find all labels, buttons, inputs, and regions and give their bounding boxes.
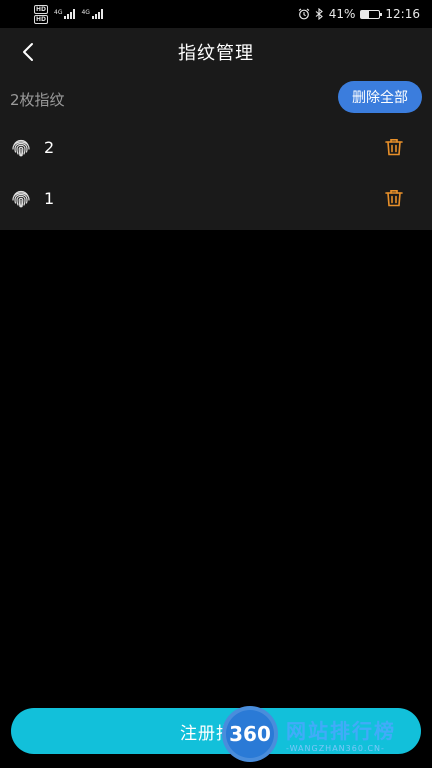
fingerprint-list: 2 1: [0, 122, 432, 224]
clock: 12:16: [385, 7, 420, 21]
signal-icon-1: 4G: [54, 9, 76, 19]
summary-row: 2枚指纹 删除全部: [0, 76, 432, 122]
delete-all-button[interactable]: 删除全部: [338, 81, 422, 113]
hd-badge-1: HD: [34, 4, 49, 14]
network-type-2: 4G: [81, 9, 90, 16]
chevron-left-icon: [23, 43, 33, 61]
back-button[interactable]: [14, 38, 42, 66]
fingerprint-icon: [10, 137, 32, 159]
fingerprint-icon: [10, 188, 32, 210]
bluetooth-icon: [315, 8, 323, 20]
list-item[interactable]: 2: [0, 122, 432, 173]
fingerprint-name: 2: [44, 138, 55, 157]
fingerprint-count: 2枚指纹: [10, 90, 65, 109]
network-type-1: 4G: [54, 9, 63, 16]
delete-fingerprint-button[interactable]: [382, 186, 406, 210]
status-left: HD HD 4G 4G: [34, 4, 103, 24]
alarm-icon: [298, 8, 310, 20]
page-title: 指纹管理: [178, 43, 254, 64]
app-bar: 指纹管理: [0, 28, 432, 76]
status-bar: HD HD 4G 4G 41% 12:16: [0, 0, 432, 28]
battery-icon: [360, 9, 383, 19]
battery-fill: [361, 10, 369, 18]
hd-indicators: HD HD: [34, 4, 49, 24]
fingerprint-name: 1: [44, 189, 55, 208]
list-item[interactable]: 1: [0, 173, 432, 224]
delete-fingerprint-button[interactable]: [382, 135, 406, 159]
register-fingerprint-button[interactable]: 注册指纹: [11, 708, 421, 754]
status-right: 41% 12:16: [298, 7, 420, 21]
fingerprint-panel: 2枚指纹 删除全部 2 1: [0, 76, 432, 230]
signal-icon-2: 4G: [81, 9, 103, 19]
trash-icon: [385, 139, 403, 156]
trash-icon: [385, 190, 403, 207]
battery-percent: 41%: [328, 7, 356, 21]
hd-badge-2: HD: [34, 14, 49, 24]
